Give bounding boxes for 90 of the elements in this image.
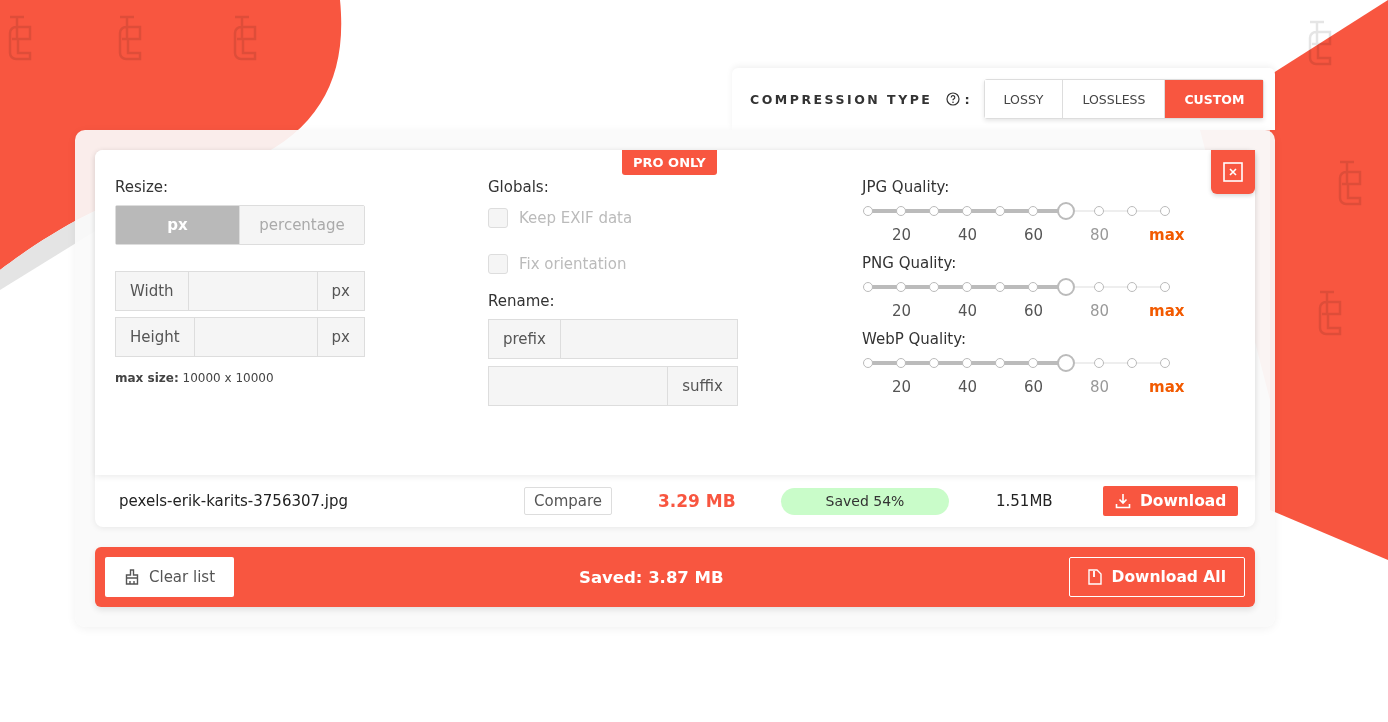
slider-step-dot bbox=[863, 358, 873, 368]
slider-step-dot bbox=[1160, 358, 1170, 368]
quality-slider[interactable] bbox=[863, 202, 1170, 220]
tick-label: max bbox=[1149, 226, 1182, 244]
compare-button[interactable]: Compare bbox=[524, 487, 613, 515]
compression-tab[interactable]: LOSSY bbox=[984, 80, 1063, 118]
slider-step-dot bbox=[1160, 282, 1170, 292]
slider-step-dot bbox=[863, 282, 873, 292]
slider-step-dot bbox=[896, 206, 906, 216]
slider-step-dot bbox=[962, 282, 972, 292]
tick-label: 20 bbox=[890, 302, 913, 320]
tick-label: 80 bbox=[1088, 302, 1111, 320]
close-button[interactable] bbox=[1211, 150, 1255, 194]
slider-step-dot bbox=[1127, 206, 1137, 216]
tick-label: 60 bbox=[1022, 226, 1045, 244]
slider-step-dot bbox=[1028, 206, 1038, 216]
close-icon bbox=[1223, 162, 1243, 182]
zip-file-icon bbox=[1087, 569, 1102, 585]
unit-label: px bbox=[316, 317, 365, 357]
dimension-input[interactable] bbox=[194, 317, 317, 357]
unit-toggle[interactable]: px bbox=[116, 206, 239, 244]
quality-label: WebP Quality: bbox=[862, 330, 968, 348]
rename-input[interactable] bbox=[488, 366, 668, 406]
field-label: Width bbox=[115, 271, 189, 311]
slider-step-dot bbox=[995, 282, 1005, 292]
compression-tab[interactable]: CUSTOM bbox=[1164, 80, 1264, 118]
quality-slider[interactable] bbox=[863, 278, 1170, 296]
slider-step-dot bbox=[929, 282, 939, 292]
field-label: prefix bbox=[488, 319, 561, 359]
slider-step-dot bbox=[962, 206, 972, 216]
field-label: Height bbox=[115, 317, 195, 357]
slider-step-dot bbox=[1127, 282, 1137, 292]
slider-step-dot bbox=[896, 282, 906, 292]
slider-step-dot bbox=[929, 206, 939, 216]
slider-step-dot bbox=[962, 358, 972, 368]
slider-step-dot bbox=[1127, 358, 1137, 368]
slider-step-dot bbox=[863, 206, 873, 216]
resize-label: Resize: bbox=[115, 178, 170, 196]
tick-label: 60 bbox=[1022, 378, 1045, 396]
download-all-button[interactable]: Download All bbox=[1068, 557, 1245, 597]
rename-input[interactable] bbox=[560, 319, 738, 359]
slider-step-dot bbox=[1028, 358, 1038, 368]
download-icon bbox=[1115, 493, 1131, 509]
unit-label: px bbox=[316, 271, 365, 311]
tick-label: 80 bbox=[1088, 378, 1111, 396]
slider-step-dot bbox=[1094, 358, 1104, 368]
slider-thumb[interactable] bbox=[1057, 278, 1076, 296]
clear-list-button[interactable]: Clear list bbox=[105, 557, 235, 597]
compression-tab[interactable]: LOSSLESS bbox=[1062, 80, 1165, 118]
pro-badge: PRO ONLY bbox=[622, 150, 717, 175]
slider-step-dot bbox=[929, 358, 939, 368]
slider-step-dot bbox=[1028, 282, 1038, 292]
slider-step-dot bbox=[995, 206, 1005, 216]
quality-label: JPG Quality: bbox=[862, 178, 951, 196]
slider-step-dot bbox=[896, 358, 906, 368]
status-badge: Saved 54% bbox=[781, 487, 949, 515]
slider-step-dot bbox=[1094, 282, 1104, 292]
compressed-size: 1.51MB bbox=[995, 492, 1054, 510]
slider-step-dot bbox=[995, 358, 1005, 368]
checkbox-label: Fix orientation bbox=[519, 255, 627, 273]
max-size-note: max size: 10000 x 10000 bbox=[115, 371, 275, 385]
broom-icon bbox=[124, 569, 140, 585]
slider-step-dot bbox=[1160, 206, 1170, 216]
tick-label: 60 bbox=[1022, 302, 1045, 320]
slider-step-dot bbox=[1094, 206, 1104, 216]
dimension-input[interactable] bbox=[188, 271, 317, 311]
help-icon[interactable] bbox=[946, 92, 961, 106]
tick-label: 40 bbox=[956, 378, 979, 396]
tick-label: 40 bbox=[956, 226, 979, 244]
unit-toggle[interactable]: percentage bbox=[239, 206, 364, 244]
saved-total: Saved: 3.87 MB bbox=[579, 567, 724, 587]
download-button[interactable]: Download bbox=[1103, 486, 1239, 516]
checkbox-label: Keep EXIF data bbox=[519, 209, 633, 227]
field-label: suffix bbox=[667, 366, 738, 406]
tick-label: 20 bbox=[890, 226, 913, 244]
tick-label: max bbox=[1149, 302, 1182, 320]
slider-thumb[interactable] bbox=[1057, 202, 1076, 220]
file-name: pexels-erik-karits-3756307.jpg bbox=[119, 492, 350, 510]
quality-slider[interactable] bbox=[863, 354, 1170, 372]
quality-label: PNG Quality: bbox=[862, 254, 958, 272]
colon-text: : bbox=[964, 91, 970, 107]
tick-label: 20 bbox=[890, 378, 913, 396]
original-size: 3.29 MB bbox=[658, 491, 737, 511]
globals-label: Globals: bbox=[488, 178, 550, 196]
tick-label: 80 bbox=[1088, 226, 1111, 244]
rename-label: Rename: bbox=[488, 292, 556, 310]
tick-label: 40 bbox=[956, 302, 979, 320]
compression-type-label: COMPRESSION TYPE bbox=[750, 91, 933, 107]
slider-thumb[interactable] bbox=[1057, 354, 1076, 372]
tick-label: max bbox=[1149, 378, 1182, 396]
